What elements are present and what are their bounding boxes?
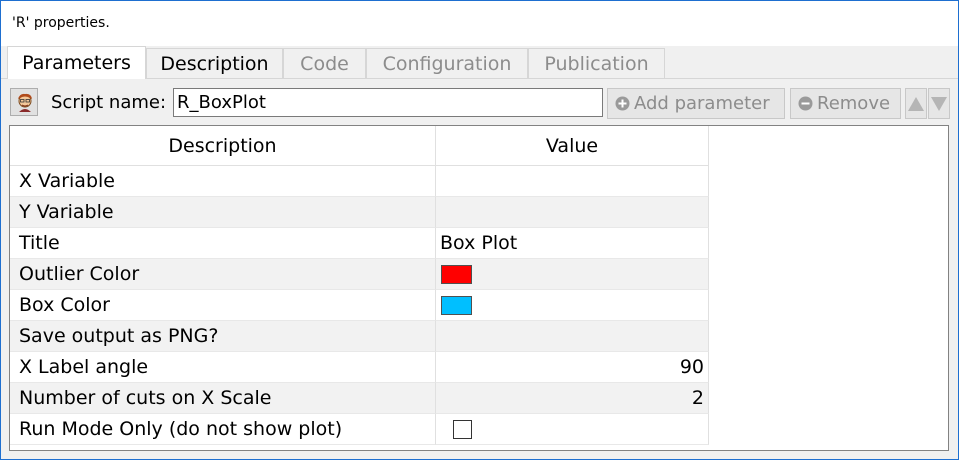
table-row[interactable]: Box Color bbox=[10, 290, 709, 321]
column-header-value[interactable]: Value bbox=[436, 126, 709, 166]
row-description: Number of cuts on X Scale bbox=[10, 383, 436, 414]
parameters-table: Description Value X Variable Y Variable … bbox=[9, 125, 949, 451]
row-description: X Variable bbox=[10, 166, 436, 197]
table-row[interactable]: Y Variable bbox=[10, 197, 709, 228]
row-description: Y Variable bbox=[10, 197, 436, 228]
column-header-description[interactable]: Description bbox=[10, 126, 436, 166]
table-row[interactable]: Save output as PNG? bbox=[10, 321, 709, 352]
row-description: X Label angle bbox=[10, 352, 436, 383]
row-value[interactable]: 90 bbox=[436, 352, 709, 383]
add-parameter-button[interactable]: Add parameter bbox=[607, 88, 785, 119]
tab-description[interactable]: Description bbox=[146, 48, 283, 78]
r-script-icon[interactable] bbox=[10, 88, 38, 116]
row-value[interactable] bbox=[436, 197, 709, 228]
row-value[interactable] bbox=[436, 166, 709, 197]
move-down-button[interactable] bbox=[928, 88, 950, 119]
window-title: 'R' properties. bbox=[12, 15, 110, 31]
title-bar: 'R' properties. bbox=[1, 1, 958, 45]
tab-label: Configuration bbox=[382, 53, 512, 75]
properties-window: 'R' properties. Parameters Description C… bbox=[0, 0, 959, 460]
row-description: Box Color bbox=[10, 290, 436, 321]
table-row[interactable]: Title Box Plot bbox=[10, 228, 709, 259]
row-value[interactable] bbox=[436, 290, 709, 321]
tab-configuration[interactable]: Configuration bbox=[366, 48, 528, 78]
row-value[interactable]: 2 bbox=[436, 383, 709, 414]
row-value[interactable] bbox=[436, 259, 709, 290]
table-row[interactable]: Outlier Color bbox=[10, 259, 709, 290]
minus-circle-icon bbox=[798, 96, 813, 111]
row-description: Run Mode Only (do not show plot) bbox=[10, 414, 436, 445]
remove-button[interactable]: Remove bbox=[790, 88, 901, 119]
tab-parameters[interactable]: Parameters bbox=[7, 46, 146, 79]
row-value[interactable]: Box Plot bbox=[436, 228, 709, 259]
tab-label: Parameters bbox=[22, 52, 131, 74]
plus-circle-icon bbox=[615, 96, 630, 111]
toolbar: Script name: Add parameter Remove bbox=[1, 79, 958, 123]
box-color-swatch[interactable] bbox=[441, 296, 472, 315]
run-mode-only-checkbox[interactable] bbox=[453, 420, 472, 439]
parameters-panel: Script name: Add parameter Remove bbox=[1, 79, 958, 459]
arrow-down-icon bbox=[931, 97, 947, 111]
row-description: Save output as PNG? bbox=[10, 321, 436, 352]
tab-label: Code bbox=[300, 53, 349, 75]
row-description: Outlier Color bbox=[10, 259, 436, 290]
tab-bar: Parameters Description Code Configuratio… bbox=[1, 46, 958, 79]
tab-code[interactable]: Code bbox=[283, 48, 366, 78]
tab-label: Description bbox=[160, 53, 269, 75]
row-value[interactable] bbox=[436, 321, 709, 352]
remove-label: Remove bbox=[817, 93, 891, 114]
arrow-up-icon bbox=[908, 97, 924, 111]
table-row[interactable]: Number of cuts on X Scale 2 bbox=[10, 383, 709, 414]
table-row[interactable]: Run Mode Only (do not show plot) bbox=[10, 414, 709, 445]
move-up-button[interactable] bbox=[905, 88, 927, 119]
script-name-input[interactable] bbox=[173, 88, 603, 117]
script-name-label: Script name: bbox=[51, 92, 167, 113]
outlier-color-swatch[interactable] bbox=[441, 265, 472, 284]
tab-publication[interactable]: Publication bbox=[528, 48, 665, 78]
tab-label: Publication bbox=[544, 53, 649, 75]
add-parameter-label: Add parameter bbox=[634, 93, 770, 114]
row-value[interactable] bbox=[436, 414, 709, 445]
table-row[interactable]: X Label angle 90 bbox=[10, 352, 709, 383]
table-row[interactable]: X Variable bbox=[10, 166, 709, 197]
row-description: Title bbox=[10, 228, 436, 259]
